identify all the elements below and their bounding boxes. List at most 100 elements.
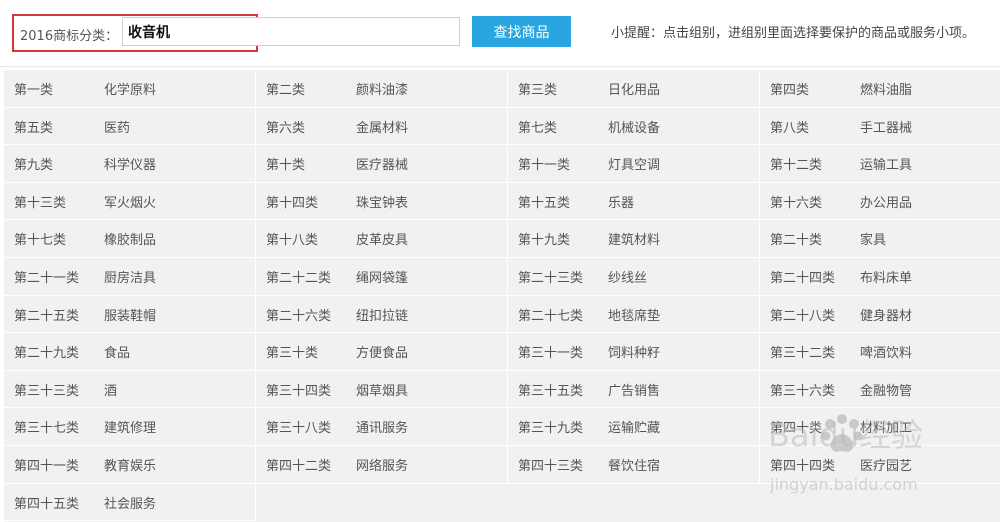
class-item[interactable]: 第八类 手工器械 <box>760 108 1000 146</box>
class-item[interactable]: 第四类 燃料油脂 <box>760 70 1000 108</box>
class-number: 第十三类 <box>14 195 67 211</box>
class-item[interactable]: 第三十三类 酒 <box>4 370 256 409</box>
class-item[interactable]: 第二十三类 纱线丝 <box>508 257 760 296</box>
class-item[interactable]: 第三十八类 通讯服务 <box>256 408 508 446</box>
class-number: 第十五类 <box>518 195 571 211</box>
class-number: 第四十类 <box>770 421 823 437</box>
class-item[interactable]: 第三十四类 烟草烟具 <box>256 370 508 409</box>
class-name: 军火烟火 <box>104 195 157 211</box>
class-item[interactable]: 第十类 医疗器械 <box>256 145 508 183</box>
class-number: 第二十九类 <box>14 346 80 362</box>
class-item[interactable]: 第三十五类 广告销售 <box>508 370 760 409</box>
class-item[interactable]: 第一类 化学原料 <box>4 70 256 108</box>
class-item[interactable]: 第十五类 乐器 <box>508 182 760 221</box>
class-number: 第三十四类 <box>266 383 332 399</box>
class-item[interactable]: 第四十四类 医疗园艺 <box>760 446 1000 484</box>
class-item[interactable]: 第四十类 材料加工 <box>760 408 1000 446</box>
class-name: 金融物管 <box>860 383 913 399</box>
class-number: 第六类 <box>266 120 306 136</box>
class-item[interactable]: 第十三类 军火烟火 <box>4 182 256 221</box>
class-item[interactable]: 第四十五类 社会服务 <box>4 483 256 522</box>
class-name: 材料加工 <box>860 421 913 437</box>
class-item[interactable]: 第十七类 橡胶制品 <box>4 220 256 258</box>
class-item[interactable]: 第五类 医药 <box>4 107 256 146</box>
class-name: 运输贮藏 <box>608 421 661 437</box>
class-item[interactable]: 第三十九类 运输贮藏 <box>508 408 760 446</box>
class-name: 教育娱乐 <box>104 458 157 474</box>
class-item[interactable]: 第四十三类 餐饮住宿 <box>508 445 760 484</box>
class-item[interactable]: 第二十七类 地毯席垫 <box>508 295 760 334</box>
class-item[interactable]: 第三十二类 啤酒饮料 <box>760 333 1000 371</box>
class-number: 第一类 <box>14 83 54 98</box>
class-number: 第四十四类 <box>770 458 836 474</box>
class-item[interactable]: 第二十六类 纽扣拉链 <box>256 295 508 334</box>
class-name: 日化用品 <box>608 83 661 98</box>
class-item[interactable]: 第二十八类 健身器材 <box>760 296 1000 334</box>
class-number: 第三十七类 <box>14 421 80 437</box>
class-number: 第二类 <box>266 83 306 98</box>
class-item[interactable]: 第三十六类 金融物管 <box>760 371 1000 409</box>
class-item[interactable]: 第二十类 家具 <box>760 220 1000 258</box>
class-name: 餐饮住宿 <box>608 458 661 474</box>
class-number: 第二十类 <box>770 233 823 249</box>
class-number: 第二十八类 <box>770 308 836 324</box>
class-number: 第二十四类 <box>770 270 836 286</box>
class-name: 橡胶制品 <box>104 233 157 249</box>
class-number: 第三十八类 <box>266 421 332 437</box>
class-number: 第十一类 <box>518 158 571 174</box>
class-item[interactable]: 第二十一类 厨房洁具 <box>4 257 256 296</box>
class-item[interactable]: 第十四类 珠宝钟表 <box>256 182 508 221</box>
class-item[interactable]: 第二十五类 服装鞋帽 <box>4 295 256 334</box>
class-number: 第三十类 <box>266 346 319 362</box>
class-number: 第十四类 <box>266 195 319 211</box>
class-name: 服装鞋帽 <box>104 308 157 324</box>
class-item[interactable]: 第十二类 运输工具 <box>760 145 1000 183</box>
class-name: 建筑材料 <box>608 233 661 249</box>
class-name: 机械设备 <box>608 120 661 136</box>
class-name: 金属材料 <box>356 120 409 136</box>
class-item[interactable]: 第十六类 办公用品 <box>760 183 1000 221</box>
class-name: 绳网袋篷 <box>356 270 409 286</box>
class-item[interactable]: 第二十四类 布料床单 <box>760 258 1000 296</box>
class-number: 第三十九类 <box>518 421 584 437</box>
class-item[interactable]: 第三类 日化用品 <box>508 70 760 108</box>
class-name: 纱线丝 <box>608 270 648 286</box>
class-name: 厨房洁具 <box>104 270 157 286</box>
class-item[interactable]: 第十八类 皮革皮具 <box>256 220 508 258</box>
class-name: 医疗器械 <box>356 158 409 174</box>
class-grid: 第一类 化学原料 第二类 颜料油漆 第三类 日化用品 第四类 燃料油脂第五类 医药 第六类 金属材料… <box>4 70 1000 522</box>
search-label: 2016商标分类： <box>20 29 119 44</box>
class-name: 珠宝钟表 <box>356 195 409 211</box>
class-name: 酒 <box>104 383 118 399</box>
class-number: 第五类 <box>14 120 54 136</box>
class-item[interactable]: 第七类 机械设备 <box>508 107 760 146</box>
class-item[interactable]: 第四十一类 教育娱乐 <box>4 445 256 484</box>
class-number: 第四十一类 <box>14 458 80 474</box>
class-number: 第三类 <box>518 83 558 98</box>
tip-text: 小提醒：点击组别，进组别里面选择要保护的商品或服务小项。 <box>611 26 976 41</box>
class-item[interactable]: 第二类 颜料油漆 <box>256 70 508 108</box>
class-name: 啤酒饮料 <box>860 346 913 362</box>
class-name: 网络服务 <box>356 458 409 474</box>
class-number: 第七类 <box>518 120 558 136</box>
class-name: 通讯服务 <box>356 421 409 437</box>
class-item[interactable]: 第三十一类 饲料种籽 <box>508 333 760 371</box>
class-item[interactable]: 第二十二类 绳网袋篷 <box>256 257 508 296</box>
class-item[interactable]: 第六类 金属材料 <box>256 107 508 146</box>
search-button[interactable]: 查找商品 <box>472 16 571 47</box>
class-item[interactable]: 第三十类 方便食品 <box>256 333 508 371</box>
class-item[interactable]: 第十九类 建筑材料 <box>508 220 760 258</box>
class-name: 布料床单 <box>860 270 913 286</box>
class-name: 运输工具 <box>860 158 913 174</box>
class-name: 社会服务 <box>104 496 157 512</box>
class-item[interactable]: 第三十七类 建筑修理 <box>4 408 256 446</box>
class-item[interactable]: 第九类 科学仪器 <box>4 145 256 183</box>
class-name: 纽扣拉链 <box>356 308 409 324</box>
class-number: 第三十三类 <box>14 383 80 399</box>
class-item[interactable]: 第二十九类 食品 <box>4 333 256 371</box>
class-item[interactable]: 第十一类 灯具空调 <box>508 145 760 183</box>
class-item[interactable]: 第四十二类 网络服务 <box>256 445 508 484</box>
class-number: 第十七类 <box>14 233 67 249</box>
class-number: 第二十二类 <box>266 270 332 286</box>
search-input[interactable] <box>122 17 460 46</box>
